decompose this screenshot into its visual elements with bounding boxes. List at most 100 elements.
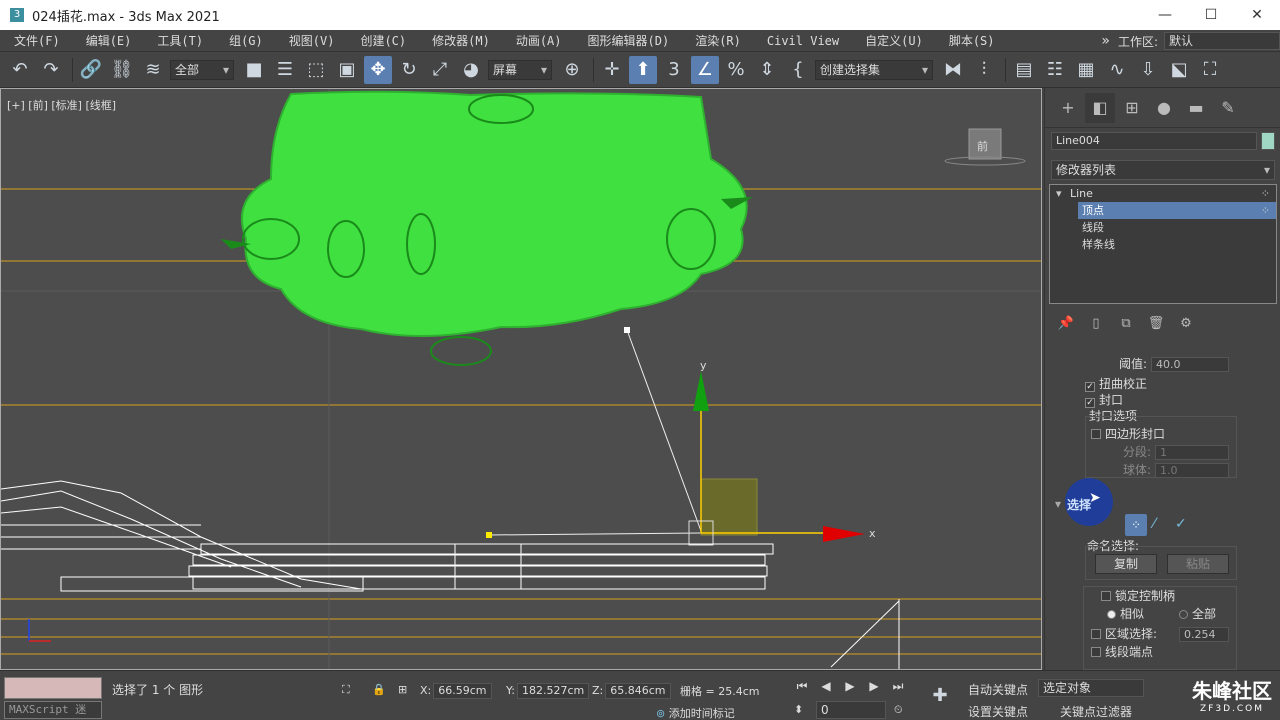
paste-button[interactable]: 粘贴 [1167,554,1229,574]
front-viewport[interactable]: [+] [前] [标准] [线框] y x 前 [0,88,1042,670]
segments-spinner[interactable]: 1 [1155,445,1229,460]
align-icon[interactable]: ⫶ [970,56,998,84]
create-tab-icon[interactable]: + [1053,93,1083,123]
menu-scripting[interactable]: 脚本(S) [935,32,1007,49]
menu-rendering[interactable]: 渲染(R) [681,32,753,49]
copy-button[interactable]: 复制 [1095,554,1157,574]
set-key-button[interactable]: 设置关键点 [968,703,1028,720]
vertex-mode-icon[interactable]: ⁘ [1125,514,1147,536]
all-radio[interactable]: 全部 [1179,606,1216,622]
close-button[interactable]: ✕ [1234,0,1280,30]
spinner-snap-icon[interactable]: ⇕ [753,56,781,84]
workspace-select[interactable]: 默认 [1164,32,1280,50]
pin-stack-icon[interactable]: 📌 [1051,316,1081,331]
stack-item-spline[interactable]: 样条线 [1050,236,1276,253]
segment-end-checkbox[interactable]: 线段端点 [1091,644,1153,660]
set-key-icon[interactable]: ✚ [926,681,954,709]
maxscript-input[interactable]: MAXScript 迷 [4,701,102,719]
menu-views[interactable]: 视图(V) [275,32,347,49]
menu-modifiers[interactable]: 修改器(M) [418,32,502,49]
add-time-tag-button[interactable]: ⊚ 添加时间标记 [656,705,735,720]
maximize-button[interactable]: ☐ [1188,0,1234,30]
time-config-icon[interactable]: ⏲ [894,703,903,717]
angle-snap-icon[interactable]: ∠ [691,55,719,84]
layer-explorer-icon[interactable]: ☷ [1041,56,1069,84]
spline-mode-icon[interactable]: ✓ [1175,516,1187,532]
unlink-icon[interactable]: ⛓ [108,56,136,84]
play-icon[interactable]: ▶ [838,679,862,694]
isolate-selection-icon[interactable]: ⛶ [342,683,350,697]
maxscript-listener[interactable] [4,677,102,699]
undo-icon[interactable]: ↶ [6,56,34,84]
goto-end-icon[interactable]: ⏭ [886,679,910,694]
link-icon[interactable]: 🔗 [77,56,105,84]
sphere-spinner[interactable]: 1.0 [1155,463,1229,478]
stack-item-segment[interactable]: 线段 [1050,219,1276,236]
z-coordinate-field[interactable]: 65.846cm [605,683,671,699]
place-object-icon[interactable]: ◕ [457,56,485,84]
scene-explorer-icon[interactable]: ▤ [1010,56,1038,84]
current-frame-field[interactable]: 0 [816,701,886,719]
configure-sets-icon[interactable]: ⚙ [1171,316,1201,331]
select-scale-icon[interactable]: ⤢ [426,56,454,84]
edit-named-selection-icon[interactable]: { [784,56,812,84]
threshold-spinner[interactable]: 40.0 [1151,357,1229,372]
segment-mode-icon[interactable]: ⁄ [1153,516,1155,532]
menu-create[interactable]: 创建(C) [346,32,418,49]
reference-coord-select[interactable]: 屏幕 [488,59,552,80]
menu-tools[interactable]: 工具(T) [143,32,215,49]
menu-group[interactable]: 组(G) [215,32,275,49]
menu-graph-editors[interactable]: 图形编辑器(D) [574,32,682,49]
show-end-result-icon[interactable]: ▯ [1081,316,1111,331]
menu-overflow-button[interactable]: » [1101,33,1110,49]
selected-object-select[interactable]: 选定对象 [1038,679,1144,697]
x-coordinate-field[interactable]: 66.59cm [433,683,492,699]
twist-correction-checkbox[interactable]: ✓ 扭曲校正 [1085,376,1147,392]
select-object-icon[interactable]: ■ [240,56,268,84]
key-filters-button[interactable]: 关键点过滤器 [1060,703,1132,720]
menu-customize[interactable]: 自定义(U) [851,32,935,49]
keyboard-shortcut-toggle-icon[interactable]: ⬆ [629,55,657,84]
selection-lock-icon[interactable]: 🔒 [372,683,386,696]
cap-checkbox[interactable]: ✓ 封口 [1085,392,1123,408]
percent-snap-icon[interactable]: % [722,56,750,84]
select-move-icon[interactable]: ✥ [364,55,392,84]
similar-radio[interactable]: 相似 [1107,606,1144,622]
select-by-name-icon[interactable]: ☰ [271,56,299,84]
ribbon-toggle-icon[interactable]: ▦ [1072,56,1100,84]
y-coordinate-field[interactable]: 182.527cm [516,683,590,699]
modifier-list-select[interactable]: 修改器列表 [1051,160,1275,180]
render-setup-icon[interactable]: ⛶ [1196,56,1224,84]
rollout-collapse-icon[interactable]: ▾ [1055,496,1061,512]
window-crossing-icon[interactable]: ▣ [333,56,361,84]
viewport-label[interactable]: [+] [前] [标准] [线框] [7,97,116,113]
make-unique-icon[interactable]: ⧉ [1111,316,1141,331]
quad-cap-checkbox[interactable]: 四边形封口 [1091,426,1165,442]
hierarchy-tab-icon[interactable]: ⊞ [1117,93,1147,123]
remove-modifier-icon[interactable]: 🗑 [1141,316,1171,331]
snaps-toggle-icon[interactable]: 3 [660,56,688,84]
utilities-tab-icon[interactable]: ✎ [1213,93,1243,123]
prev-frame-icon[interactable]: ◀ [814,679,838,694]
object-name-field[interactable]: Line004 [1051,132,1257,150]
menu-file[interactable]: 文件(F) [0,32,72,49]
pivot-center-icon[interactable]: ⊕ [558,56,586,84]
selection-rollout-title[interactable]: 选择 [1067,496,1091,513]
selection-filter-select[interactable]: 全部 [170,59,234,80]
bind-space-warp-icon[interactable]: ≋ [139,56,167,84]
redo-icon[interactable]: ↷ [37,56,65,84]
schematic-view-icon[interactable]: ⇩ [1134,56,1162,84]
menu-civil-view[interactable]: Civil View [753,34,851,48]
next-frame-icon[interactable]: ▶ [862,679,886,694]
goto-start-icon[interactable]: ⏮ [790,679,814,694]
area-selection-spinner[interactable]: 0.254 [1179,627,1229,642]
key-mode-icon[interactable]: ⬍ [794,703,803,716]
curve-editor-icon[interactable]: ∿ [1103,56,1131,84]
material-editor-icon[interactable]: ⬕ [1165,56,1193,84]
display-tab-icon[interactable]: ▬ [1181,93,1211,123]
stack-item-line[interactable]: Line ⁘ [1050,185,1276,202]
menu-edit[interactable]: 编辑(E) [72,32,144,49]
stack-item-vertex[interactable]: 顶点 ⁘ [1078,202,1276,219]
select-rotate-icon[interactable]: ↻ [395,56,423,84]
menu-animation[interactable]: 动画(A) [502,32,574,49]
